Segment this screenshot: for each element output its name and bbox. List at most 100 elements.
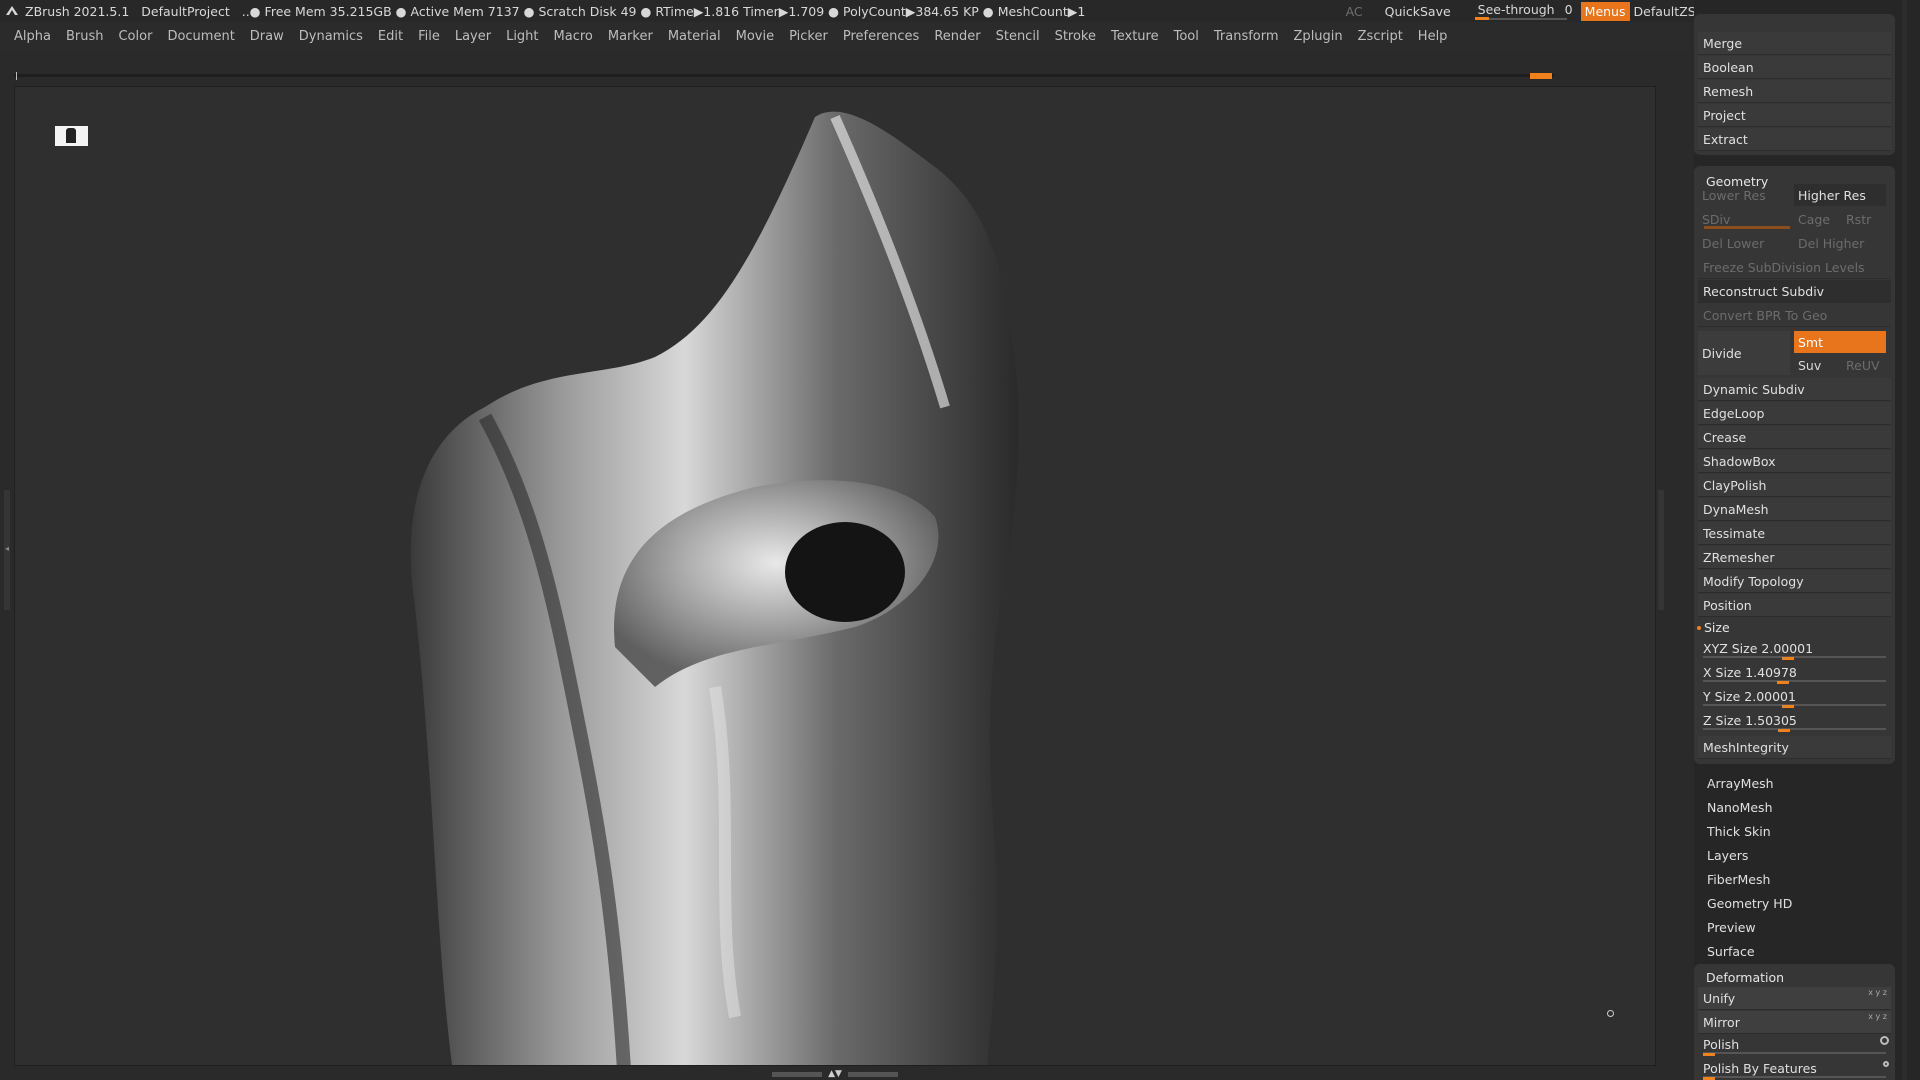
right-tray-handle[interactable] <box>1658 490 1664 610</box>
polish-by-features-slider[interactable]: Polish By Features <box>1698 1058 1891 1080</box>
unify-axis-icons[interactable]: x y z <box>1868 988 1887 997</box>
project-button[interactable]: Project <box>1698 104 1891 127</box>
ac-toggle[interactable]: AC <box>1346 4 1363 19</box>
menu-tool[interactable]: Tool <box>1174 29 1199 44</box>
smt-toggle[interactable]: Smt <box>1794 331 1886 353</box>
see-through-value: 0 <box>1564 2 1573 17</box>
bottom-tray-handle[interactable]: ▲▼ <box>770 1069 900 1079</box>
see-through-slider[interactable]: See-through 0 <box>1474 1 1573 21</box>
menu-layer[interactable]: Layer <box>455 29 491 44</box>
divide-button[interactable]: Divide <box>1698 331 1790 375</box>
freeze-subdivision-button[interactable]: Freeze SubDivision Levels <box>1698 256 1891 279</box>
menu-help[interactable]: Help <box>1418 29 1448 44</box>
edgeloop-button[interactable]: EdgeLoop <box>1698 402 1891 425</box>
extract-button[interactable]: Extract <box>1698 128 1891 151</box>
menu-zscript[interactable]: Zscript <box>1358 29 1403 44</box>
menu-file[interactable]: File <box>418 29 440 44</box>
menu-stencil[interactable]: Stencil <box>996 29 1040 44</box>
thick-skin-subpalette[interactable]: Thick Skin <box>1698 820 1891 843</box>
claypolish-button[interactable]: ClayPolish <box>1698 474 1891 497</box>
dynamic-subdiv-button[interactable]: Dynamic Subdiv <box>1698 378 1891 401</box>
x-size-value: 1.40978 <box>1745 665 1797 680</box>
document-canvas[interactable] <box>14 86 1656 1066</box>
higher-res-button[interactable]: Higher Res <box>1794 184 1886 206</box>
menu-movie[interactable]: Movie <box>736 29 774 44</box>
rstr-button[interactable]: Rstr <box>1842 208 1888 230</box>
geometry-hd-subpalette[interactable]: Geometry HD <box>1698 892 1891 915</box>
menu-marker[interactable]: Marker <box>608 29 653 44</box>
del-lower-button[interactable]: Del Lower <box>1698 232 1790 254</box>
unify-button[interactable]: Unify <box>1698 987 1891 1010</box>
menus-toggle[interactable]: Menus <box>1580 1 1630 21</box>
z-size-slider[interactable]: Z Size 1.50305 <box>1698 710 1891 734</box>
dynamesh-button[interactable]: DynaMesh <box>1698 498 1891 521</box>
menu-dynamics[interactable]: Dynamics <box>299 29 363 44</box>
fibermesh-subpalette[interactable]: FiberMesh <box>1698 868 1891 891</box>
menu-alpha[interactable]: Alpha <box>14 29 51 44</box>
nanomesh-subpalette[interactable]: NanoMesh <box>1698 796 1891 819</box>
tessimate-button[interactable]: Tessimate <box>1698 522 1891 545</box>
meshintegrity-button[interactable]: MeshIntegrity <box>1698 736 1891 759</box>
convert-bpr-button[interactable]: Convert BPR To Geo <box>1698 304 1891 327</box>
menu-brush[interactable]: Brush <box>66 29 104 44</box>
timeline-strip[interactable] <box>14 72 1554 80</box>
menu-macro[interactable]: Macro <box>554 29 593 44</box>
del-higher-button[interactable]: Del Higher <box>1794 232 1886 254</box>
shadowbox-button[interactable]: ShadowBox <box>1698 450 1891 473</box>
menu-texture[interactable]: Texture <box>1111 29 1159 44</box>
reuv-button[interactable]: ReUV <box>1842 354 1888 376</box>
menu-render[interactable]: Render <box>934 29 980 44</box>
zremesher-button[interactable]: ZRemesher <box>1698 546 1891 569</box>
expand-arrows-icon: ▲▼ <box>828 1069 842 1079</box>
menu-color[interactable]: Color <box>118 29 152 44</box>
size-expanded-indicator <box>1697 626 1701 630</box>
deformation-title[interactable]: Deformation <box>1706 970 1784 985</box>
tray-scrollbar[interactable] <box>1902 0 1907 1080</box>
surface-subpalette[interactable]: Surface <box>1698 940 1891 963</box>
position-button[interactable]: Position <box>1698 594 1891 617</box>
menu-edit[interactable]: Edit <box>378 29 403 44</box>
menu-document[interactable]: Document <box>167 29 234 44</box>
z-size-value: 1.50305 <box>1745 713 1797 728</box>
menu-transform[interactable]: Transform <box>1214 29 1279 44</box>
xyz-size-slider[interactable]: XYZ Size 2.00001 <box>1698 638 1891 662</box>
menu-zplugin[interactable]: Zplugin <box>1294 29 1343 44</box>
memory-status: ..● Free Mem 35.215GB ● Active Mem 7137 … <box>241 3 1086 19</box>
boolean-button[interactable]: Boolean <box>1698 56 1891 79</box>
mirror-button[interactable]: Mirror <box>1698 1011 1891 1034</box>
quicksave-button[interactable]: QuickSave <box>1385 4 1451 19</box>
size-title[interactable]: Size <box>1704 620 1730 635</box>
xyz-size-label: XYZ Size <box>1703 641 1758 656</box>
lower-res-button[interactable]: Lower Res <box>1698 184 1790 206</box>
menu-light[interactable]: Light <box>506 29 538 44</box>
menu-preferences[interactable]: Preferences <box>843 29 919 44</box>
arraymesh-subpalette[interactable]: ArrayMesh <box>1698 772 1891 795</box>
x-size-slider[interactable]: X Size 1.40978 <box>1698 662 1891 686</box>
menu-material[interactable]: Material <box>668 29 721 44</box>
polish-label: Polish <box>1703 1037 1740 1052</box>
polish-slider[interactable]: Polish <box>1698 1034 1891 1058</box>
remesh-button[interactable]: Remesh <box>1698 80 1891 103</box>
layers-subpalette[interactable]: Layers <box>1698 844 1891 867</box>
merge-button[interactable]: Merge <box>1698 32 1891 55</box>
menu-draw[interactable]: Draw <box>250 29 284 44</box>
cage-button[interactable]: Cage <box>1794 208 1840 230</box>
timeline-marker[interactable] <box>1530 73 1552 79</box>
polish-by-features-ring-icon[interactable] <box>1883 1061 1889 1067</box>
y-size-slider[interactable]: Y Size 2.00001 <box>1698 686 1891 710</box>
polish-ring-icon[interactable] <box>1880 1036 1889 1045</box>
menu-stroke[interactable]: Stroke <box>1055 29 1096 44</box>
reconstruct-subdiv-button[interactable]: Reconstruct Subdiv <box>1698 280 1891 303</box>
crease-button[interactable]: Crease <box>1698 426 1891 449</box>
preview-subpalette[interactable]: Preview <box>1698 916 1891 939</box>
sculpted-mesh[interactable] <box>15 87 1656 1066</box>
menu-picker[interactable]: Picker <box>789 29 828 44</box>
right-tray: Merge Boolean Remesh Project Extract Geo… <box>1694 0 1920 1080</box>
project-name[interactable]: DefaultProject <box>141 4 229 19</box>
mirror-axis-icons[interactable]: x y z <box>1868 1012 1887 1021</box>
timeline-start-tick <box>16 72 17 80</box>
modify-topology-button[interactable]: Modify Topology <box>1698 570 1891 593</box>
suv-toggle[interactable]: Suv <box>1794 354 1840 376</box>
see-through-label: See-through <box>1477 2 1555 17</box>
left-tray-handle[interactable]: ◂ <box>4 490 10 610</box>
